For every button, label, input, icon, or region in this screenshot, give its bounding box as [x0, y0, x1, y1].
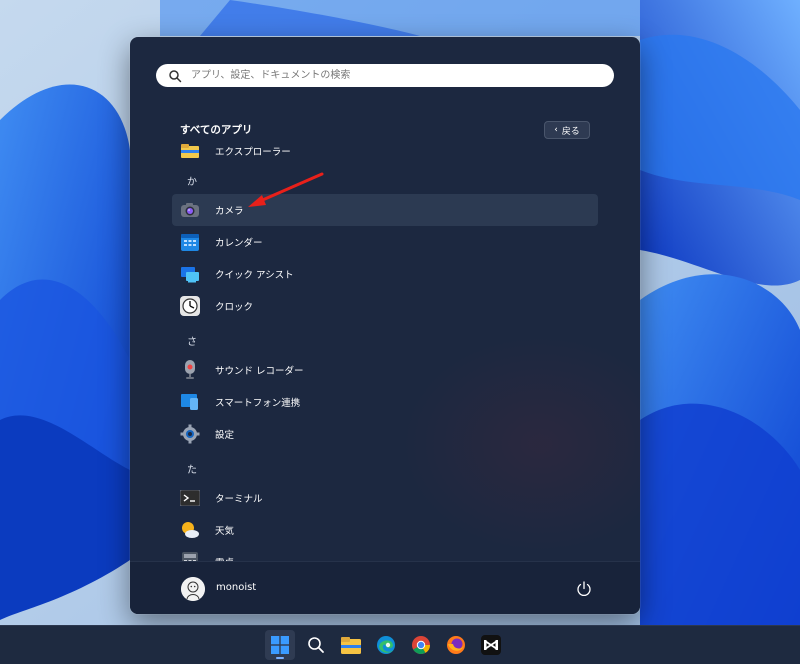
firefox-icon: [447, 636, 465, 654]
start-search-box[interactable]: [156, 64, 614, 87]
phone-link-icon: [180, 392, 200, 412]
user-name[interactable]: monoist: [216, 582, 256, 593]
all-apps-list[interactable]: エクスプローラー か カメラ カレンダー クイック アシスト クロック さ サウ…: [130, 141, 640, 561]
app-item-calendar[interactable]: カレンダー: [172, 226, 598, 258]
app-label: カレンダー: [215, 238, 263, 249]
edge-icon: [377, 636, 395, 654]
all-apps-title: すべてのアプリ: [180, 124, 253, 136]
letter-group-ta[interactable]: た: [187, 461, 197, 476]
app-item-terminal[interactable]: ターミナル: [172, 482, 598, 514]
app-label: クロック: [215, 302, 254, 313]
clock-icon: [180, 296, 200, 316]
terminal-icon: [180, 488, 200, 508]
taskbar: [0, 625, 800, 664]
search-icon: [308, 637, 324, 653]
start-menu: すべてのアプリ ‹ 戻る エクスプローラー か カメラ カレンダー: [130, 37, 640, 614]
avatar-illustration-icon: [181, 577, 205, 601]
chevron-left-icon: ‹: [554, 125, 558, 135]
taskbar-file-explorer[interactable]: [336, 630, 366, 660]
windows-logo-icon: [271, 636, 289, 654]
app-item-sound-recorder[interactable]: サウンド レコーダー: [172, 354, 598, 386]
search-input[interactable]: [189, 69, 593, 82]
app-label: クイック アシスト: [215, 270, 294, 281]
back-button-label: 戻る: [561, 126, 580, 137]
app-label: 設定: [215, 430, 235, 441]
folder-icon: [341, 636, 361, 654]
camera-icon: [180, 200, 200, 220]
app-item-weather[interactable]: 天気: [172, 514, 598, 546]
settings-gear-icon: [180, 424, 200, 444]
app-item-settings[interactable]: 設定: [172, 418, 598, 450]
app-item-phone-link[interactable]: スマートフォン連携: [172, 386, 598, 418]
taskbar-firefox[interactable]: [441, 630, 471, 660]
taskbar-chrome[interactable]: [406, 630, 436, 660]
app-item-quick-assist[interactable]: クイック アシスト: [172, 258, 598, 290]
app-item-file-explorer[interactable]: エクスプローラー: [172, 141, 598, 167]
back-button[interactable]: ‹ 戻る: [544, 121, 590, 139]
calendar-icon: [180, 232, 200, 252]
taskbar-capcut[interactable]: [476, 630, 506, 660]
weather-icon: [180, 520, 200, 540]
app-label: 天気: [215, 526, 235, 537]
start-button[interactable]: [265, 630, 295, 660]
search-icon: [169, 69, 182, 82]
app-label: エクスプローラー: [215, 147, 291, 158]
taskbar-edge[interactable]: [371, 630, 401, 660]
calculator-icon: [180, 552, 200, 561]
quick-assist-icon: [180, 264, 200, 284]
capcut-icon: [481, 635, 501, 655]
app-label: スマートフォン連携: [215, 398, 301, 409]
user-avatar[interactable]: [181, 577, 205, 601]
letter-group-sa[interactable]: さ: [187, 333, 197, 348]
power-icon[interactable]: [575, 580, 593, 598]
app-label: サウンド レコーダー: [215, 366, 304, 377]
letter-group-ka[interactable]: か: [187, 173, 197, 188]
app-item-calculator[interactable]: 電卓: [172, 546, 598, 561]
taskbar-search-button[interactable]: [301, 630, 331, 660]
sound-recorder-icon: [180, 360, 200, 380]
annotation-arrow-icon: [248, 172, 324, 207]
app-label: ターミナル: [215, 494, 263, 505]
chrome-icon: [412, 636, 430, 655]
app-item-clock[interactable]: クロック: [172, 290, 598, 322]
app-item-camera[interactable]: カメラ: [172, 194, 598, 226]
file-explorer-icon: [180, 141, 200, 161]
start-menu-footer: monoist: [130, 561, 640, 614]
